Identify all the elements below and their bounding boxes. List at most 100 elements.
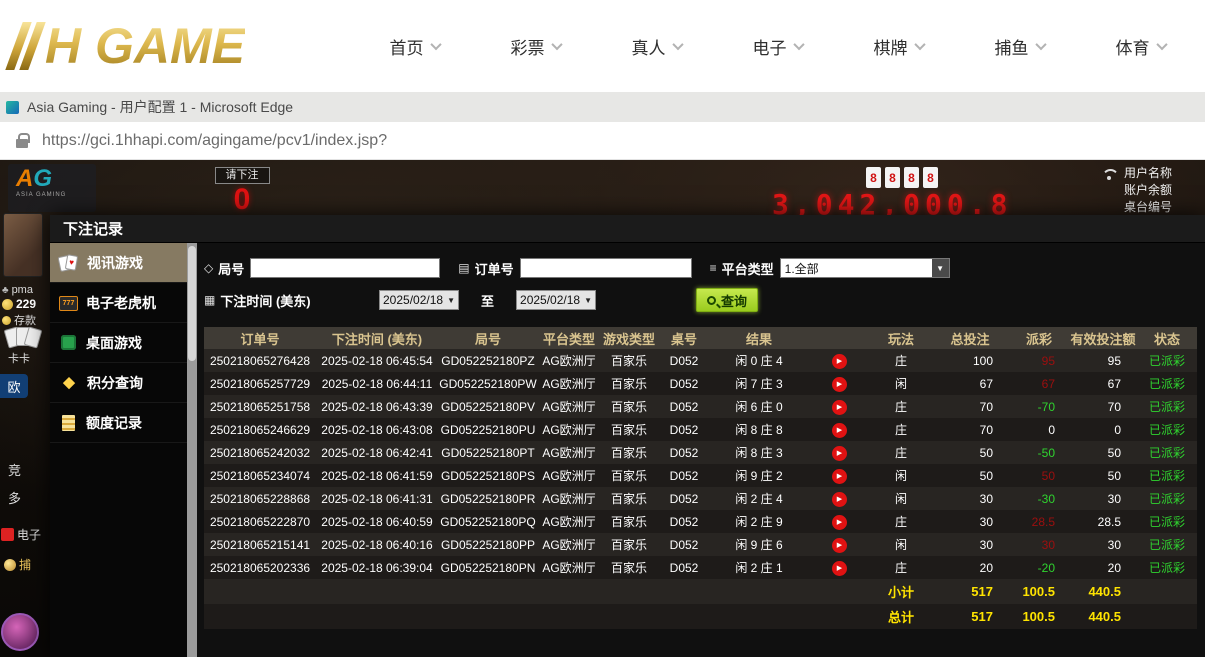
replay-button[interactable] xyxy=(832,469,847,484)
logo-slashes-icon xyxy=(5,22,45,70)
chevron-down-icon xyxy=(1035,39,1046,50)
total-bet-cell: 30 xyxy=(932,515,1008,529)
menu-item-table-games[interactable]: 桌面游戏 xyxy=(50,323,187,363)
header-play-method: 玩法 xyxy=(870,329,932,348)
nav-item-sports[interactable]: 体育 xyxy=(1116,34,1166,59)
total-bet-cell: 30 xyxy=(932,538,1008,552)
side-item-slots[interactable]: 电子 xyxy=(1,526,41,543)
replay-cell xyxy=(808,375,870,392)
bet-time-cell: 2025-02-18 06:43:08 xyxy=(316,423,438,437)
order-id-cell: 250218065276428 xyxy=(204,354,316,368)
summary-cell: 440.5 xyxy=(1070,584,1136,599)
platform-type-select[interactable]: 1.全部 xyxy=(780,258,950,278)
play-method-cell: 闲 xyxy=(870,467,932,484)
status-cell: 已派彩 xyxy=(1136,375,1198,392)
platform-type-cell: AG欧洲厅 xyxy=(538,536,600,553)
round-id-cell: GD052252180PW xyxy=(438,377,538,391)
nav-item-home[interactable]: 首页 xyxy=(390,34,440,59)
round-id-cell: GD052252180PQ xyxy=(438,515,538,529)
site-logo[interactable]: H GAME xyxy=(14,17,314,75)
avatar xyxy=(3,213,43,277)
nav-label: 电子 xyxy=(753,34,787,59)
balance-label: 229 xyxy=(2,297,36,311)
replay-button[interactable] xyxy=(832,446,847,461)
nav-item-fishing[interactable]: 捕鱼 xyxy=(995,34,1045,59)
round-no-input[interactable] xyxy=(250,258,440,278)
nav-item-slots[interactable]: 电子 xyxy=(753,34,803,59)
replay-button[interactable] xyxy=(832,492,847,507)
header-total-bet: 总投注 xyxy=(932,329,1008,348)
side-item-jing[interactable]: 竞 xyxy=(8,460,21,479)
username-label: ♣pma xyxy=(2,284,33,296)
replay-button[interactable] xyxy=(832,400,847,415)
round-id-cell: GD052252180PU xyxy=(438,423,538,437)
bet-prompt-label: 请下注 xyxy=(215,167,270,184)
side-item-duo[interactable]: 多 xyxy=(8,488,21,507)
result-cell: 闲 2 庄 4 xyxy=(710,490,808,507)
side-item-fishing[interactable]: 捕 xyxy=(4,556,31,573)
address-bar[interactable]: https://gci.1hhapi.com/agingame/pcv1/ind… xyxy=(0,122,1205,160)
summary-cell: 总计 xyxy=(870,607,932,626)
total-bet-cell: 67 xyxy=(932,377,1008,391)
menu-item-video-games[interactable]: ♥视讯游戏 xyxy=(50,243,187,283)
replay-button[interactable] xyxy=(832,377,847,392)
valid-bet-cell: 70 xyxy=(1070,400,1136,414)
table-row: 2502180652577292025-02-18 06:44:11GD0522… xyxy=(204,372,1197,395)
points-badge-icon[interactable] xyxy=(1,613,39,651)
play-method-cell: 闲 xyxy=(870,536,932,553)
table-body: 2502180652764282025-02-18 06:45:54GD0522… xyxy=(204,349,1197,629)
side-item-label: 电子 xyxy=(17,526,41,543)
nav-item-cards[interactable]: 棋牌 xyxy=(874,34,924,59)
nav-label: 真人 xyxy=(632,34,666,59)
ag-logo-subtext: ASIA GAMING xyxy=(16,192,88,198)
screen: H GAME 首页 彩票 真人 电子 棋牌 捕鱼 体育 Asia Gaming … xyxy=(0,0,1205,657)
total-bet-cell: 70 xyxy=(932,400,1008,414)
game-type-cell: 百家乐 xyxy=(600,467,658,484)
replay-button[interactable] xyxy=(832,423,847,438)
payout-cell: -30 xyxy=(1008,492,1070,506)
deposit-link[interactable]: 存款 xyxy=(2,312,36,328)
tag-icon xyxy=(204,261,213,275)
ag-logo: AG ASIA GAMING xyxy=(8,164,96,212)
menu-item-points-query[interactable]: 积分查询 xyxy=(50,363,187,403)
replay-button[interactable] xyxy=(832,354,847,369)
date-from-picker[interactable]: 2025/02/18 xyxy=(379,290,459,310)
replay-cell xyxy=(808,513,870,530)
search-icon xyxy=(707,296,716,305)
play-method-cell: 庄 xyxy=(870,559,932,576)
payout-cell: 95 xyxy=(1008,354,1070,368)
main-nav: 首页 彩票 真人 电子 棋牌 捕鱼 体育 xyxy=(354,34,1201,59)
replay-button[interactable] xyxy=(832,515,847,530)
status-cell: 已派彩 xyxy=(1136,352,1198,369)
scrollbar-thumb[interactable] xyxy=(188,246,196,361)
game-type-cell: 百家乐 xyxy=(600,444,658,461)
total-bet-cell: 50 xyxy=(932,469,1008,483)
date-to-picker[interactable]: 2025/02/18 xyxy=(516,290,596,310)
bet-records-modal: 下注记录 ♥视讯游戏 电子老虎机 桌面游戏 积分查询 额度记录 局号 订单号 xyxy=(50,215,1205,657)
europe-hall-tab-partial[interactable]: 欧 xyxy=(0,374,28,398)
nav-label: 捕鱼 xyxy=(995,34,1029,59)
menu-label: 积分查询 xyxy=(87,373,143,393)
play-method-cell: 庄 xyxy=(870,513,932,530)
round-id-cell: GD052252180PV xyxy=(438,400,538,414)
valid-bet-cell: 67 xyxy=(1070,377,1136,391)
replay-button[interactable] xyxy=(832,538,847,553)
url-text: https://gci.1hhapi.com/agingame/pcv1/ind… xyxy=(42,132,387,150)
header-status: 状态 xyxy=(1136,329,1198,348)
nav-item-live[interactable]: 真人 xyxy=(632,34,682,59)
query-button[interactable]: 查询 xyxy=(696,288,758,312)
result-cell: 闲 2 庄 1 xyxy=(710,559,808,576)
valid-bet-cell: 0 xyxy=(1070,423,1136,437)
table-no-cell: D052 xyxy=(658,400,710,414)
wifi-icon xyxy=(1100,168,1118,182)
replay-button[interactable] xyxy=(832,561,847,576)
menu-item-slots[interactable]: 电子老虎机 xyxy=(50,283,187,323)
platform-type-cell: AG欧洲厅 xyxy=(538,490,600,507)
bet-time-cell: 2025-02-18 06:42:41 xyxy=(316,446,438,460)
order-no-input[interactable] xyxy=(520,258,692,278)
menu-scrollbar[interactable] xyxy=(187,243,197,657)
nav-item-lottery[interactable]: 彩票 xyxy=(511,34,561,59)
menu-item-quota-records[interactable]: 额度记录 xyxy=(50,403,187,443)
platform-type-label: 平台类型 xyxy=(710,259,774,278)
cards-icon: ♥ xyxy=(59,254,79,272)
